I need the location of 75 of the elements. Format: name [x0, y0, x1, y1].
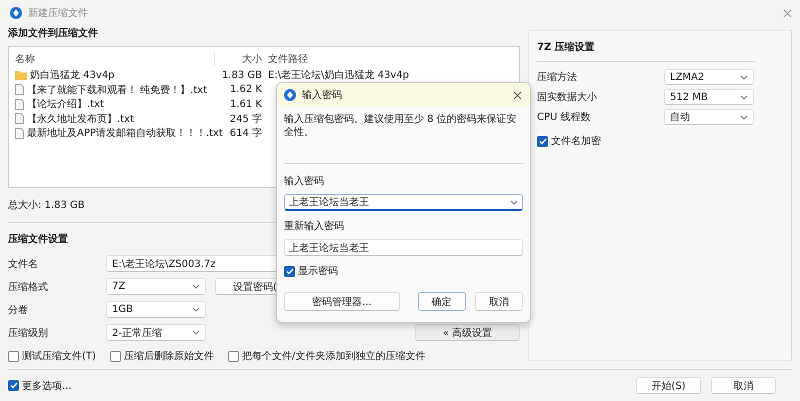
hint-text: 输入压缩包密码。建议使用至少 8 位的密码来保证安全性。 — [284, 113, 518, 139]
file-icon — [15, 98, 24, 110]
field-label: 输入密码 — [284, 174, 325, 188]
file-name: 【论坛介绍】.txt — [27, 98, 104, 112]
chevron-icon — [740, 94, 748, 100]
field-label: CPU 线程数 — [537, 110, 592, 124]
check-icon — [538, 138, 546, 144]
file-size: 245 字 — [230, 112, 262, 126]
dropdown[interactable]: LZMA2 — [664, 69, 754, 85]
section-heading: 压缩文件设置 — [8, 232, 68, 246]
field-label: 压缩方法 — [537, 70, 578, 84]
file-name: 【来了就能下载和观看！ 纯免费！】.txt — [27, 84, 208, 97]
column-header[interactable]: 名称 — [15, 52, 215, 66]
close-icon — [783, 8, 792, 18]
chevron-icon — [510, 200, 518, 204]
checkbox[interactable] — [8, 350, 19, 362]
cancel-button[interactable]: 取消 — [711, 377, 776, 394]
chevron-icon — [192, 330, 200, 335]
dropdown[interactable]: 7Z — [106, 278, 206, 295]
dialog-title: 输入密码 — [302, 88, 342, 102]
checkbox[interactable] — [228, 350, 239, 362]
checkbox-label: 测试压缩文件(T) — [22, 350, 96, 363]
file-name: 奶白迅猛龙 43v4p — [30, 68, 115, 82]
checkbox-label: 显示密码 — [298, 264, 338, 278]
field-label: 重新输入密码 — [284, 220, 345, 233]
cancel-button[interactable]: 取消 — [474, 292, 524, 311]
column-header[interactable]: 大小 — [242, 52, 262, 66]
checkbox[interactable] — [284, 266, 295, 276]
file-icon — [15, 113, 24, 124]
app-icon — [10, 7, 22, 19]
dropdown[interactable]: 自动 — [664, 109, 754, 125]
check-icon — [286, 268, 294, 274]
folder-icon — [15, 70, 27, 80]
chevron-icon — [740, 74, 748, 80]
dropdown[interactable]: 1GB — [106, 301, 206, 318]
file-size: 1.83 GB — [222, 70, 262, 81]
dropdown[interactable]: 512 MB — [664, 89, 754, 105]
checkbox-label: 文件名加密 — [551, 134, 601, 148]
file-size: 614 字 — [230, 126, 262, 140]
ok-button[interactable]: 确定 — [418, 292, 466, 311]
advanced-settings-button[interactable]: « 高级设置 — [415, 324, 520, 341]
password-field[interactable]: 上老王论坛当老王 — [284, 239, 523, 256]
field-label: 文件名 — [8, 258, 39, 270]
file-path: E:\老王论坛\奶白迅猛龙 43v4p — [268, 68, 410, 82]
file-name: 最新地址及APP请发邮箱自动获取！！！.txt — [27, 126, 223, 140]
file-name: 【永久地址发布页】.txt — [27, 112, 134, 126]
file-size: 1.61 K — [230, 98, 262, 110]
password-manager-button[interactable]: 密码管理器... — [284, 292, 400, 311]
chevron-icon — [740, 114, 748, 120]
checkbox-label: 更多选项... — [22, 380, 72, 392]
chevron-icon — [192, 284, 200, 289]
column-header[interactable]: 文件路径 — [268, 52, 513, 66]
checkbox-label: 把每个文件/文件夹添加到独立的压缩文件 — [242, 350, 426, 363]
password-field[interactable]: 上老王论坛当老王 — [284, 194, 523, 211]
chevron-icon — [192, 307, 200, 312]
section-heading: 7Z 压缩设置 — [537, 40, 596, 54]
field-label: 压缩格式 — [8, 280, 49, 294]
field-label: 固实数据大小 — [537, 90, 598, 104]
field-label: 压缩级别 — [8, 326, 49, 340]
check-icon — [10, 382, 18, 389]
window-title: 新建压缩文件 — [28, 6, 88, 20]
file-icon — [15, 84, 24, 96]
file-icon — [15, 128, 24, 139]
checkbox-label: 压缩后删除原始文件 — [124, 350, 214, 363]
checkbox[interactable] — [8, 380, 19, 391]
checkbox[interactable] — [537, 136, 548, 146]
section-heading: 添加文件到压缩文件 — [8, 26, 98, 40]
dropdown[interactable]: 2-正常压缩 — [106, 324, 206, 341]
app-icon — [284, 89, 296, 101]
close-icon — [513, 90, 522, 100]
file-size: 1.62 K — [230, 84, 262, 96]
start-button[interactable]: 开始(S) — [636, 377, 701, 394]
checkbox[interactable] — [110, 350, 121, 362]
total-size: 总大小: 1.83 GB — [8, 198, 85, 212]
field-label: 分卷 — [8, 304, 29, 316]
